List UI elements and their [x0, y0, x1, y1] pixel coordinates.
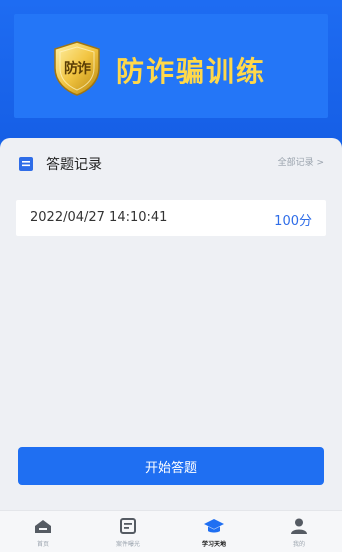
records-title: 答题记录	[46, 157, 102, 173]
tab-label: 我的	[292, 541, 305, 548]
home-icon	[35, 520, 51, 533]
tab-label: 首页	[36, 541, 49, 548]
tab-label: 案件曝光	[115, 541, 140, 548]
start-quiz-button[interactable]: 开始答题	[18, 447, 324, 485]
record-score: 100分	[274, 214, 312, 229]
user-icon	[291, 518, 307, 534]
tab-case-exposure[interactable]: 案件曝光	[85, 511, 171, 552]
bottom-tabbar: 首页 案件曝光 学习天地 我的	[0, 510, 342, 552]
record-time: 2022/04/27 14:10:41	[30, 210, 168, 225]
document-icon	[19, 157, 33, 171]
anti-fraud-banner: 防诈 防诈骗训练	[14, 14, 328, 118]
records-header: 答题记录 全部记录 >	[0, 138, 342, 188]
all-records-link[interactable]: 全部记录 >	[278, 155, 324, 168]
header-hero: 防诈 防诈骗训练	[0, 0, 342, 140]
badge-label: 防诈	[64, 61, 91, 77]
case-exposure-icon	[120, 518, 136, 534]
record-row[interactable]: 2022/04/27 14:10:41 100分	[16, 200, 326, 236]
tab-label: 学习天地	[201, 541, 226, 548]
graduation-cap-icon	[204, 519, 224, 533]
tab-home[interactable]: 首页	[0, 511, 86, 552]
banner-title: 防诈骗训练	[116, 55, 267, 88]
tab-study[interactable]: 学习天地	[171, 511, 257, 552]
tab-mine[interactable]: 我的	[256, 511, 342, 552]
shield-badge: 防诈	[52, 40, 102, 96]
